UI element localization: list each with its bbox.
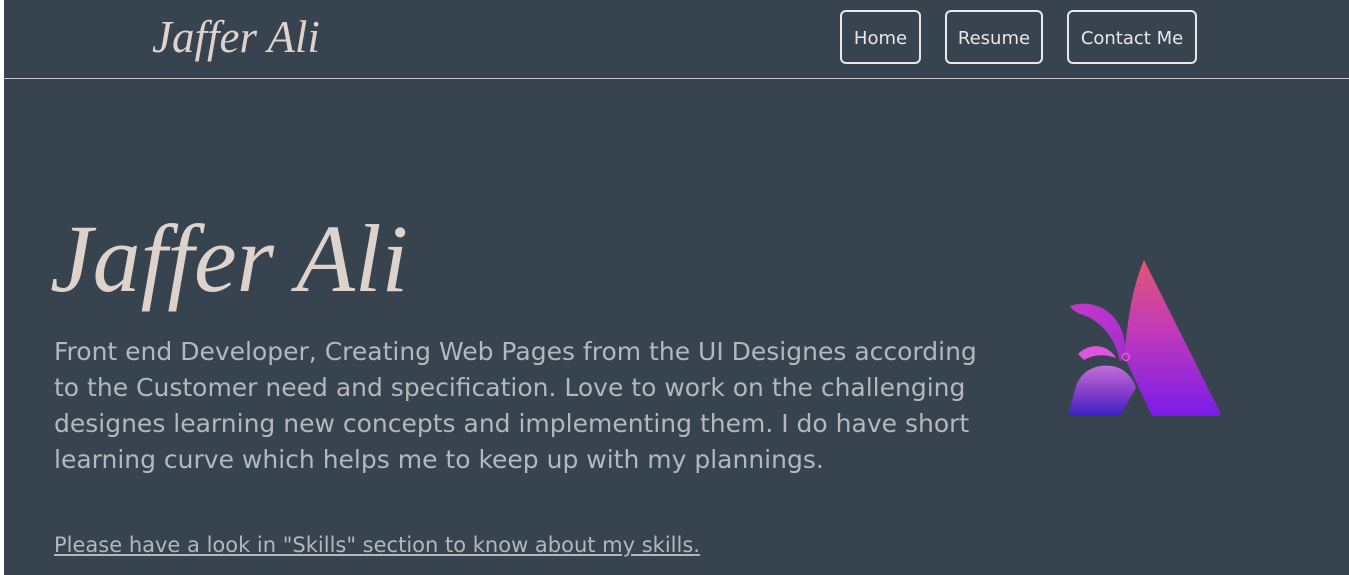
skills-section-link[interactable]: Please have a look in "Skills" section t… [54, 530, 700, 560]
nav-resume-button[interactable]: Resume [945, 10, 1043, 64]
nav-contact-button[interactable]: Contact Me [1067, 10, 1197, 64]
hero-name-heading: Jaffer Ali [50, 205, 409, 312]
page-frame: Jaffer Ali Home Resume Contact Me Jaffer… [4, 0, 1349, 575]
gradient-letter-a-logo-icon [1068, 260, 1220, 416]
navbar: Jaffer Ali Home Resume Contact Me [4, 0, 1349, 79]
nav-home-button[interactable]: Home [840, 10, 921, 64]
brand-logo-text[interactable]: Jaffer Ali [152, 10, 320, 64]
hero-description: Front end Developer, Creating Web Pages … [54, 337, 977, 474]
